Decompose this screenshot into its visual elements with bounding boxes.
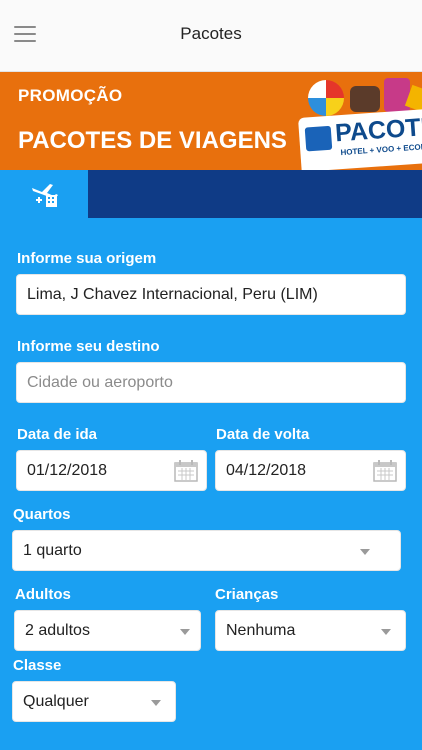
promo-label: PROMOÇÃO [18,86,123,105]
chevron-down-icon [180,628,190,635]
promo-banner[interactable]: PROMOÇÃO PACOTES DE VIAGENS PACOTES HOTE… [0,72,422,170]
adults-label: Adultos [15,586,71,603]
destination-input[interactable]: Cidade ou aeroporto [16,362,406,403]
logo-card: PACOTES HOTEL + VOO + ECONO [298,108,422,170]
return-label: Data de volta [216,426,310,443]
calendar-icon [373,459,397,482]
return-date-input[interactable]: 04/12/2018 [215,450,406,491]
page-title: Pacotes [180,24,242,43]
children-value: Nenhuma [226,621,296,639]
rooms-value: 1 quarto [23,541,82,559]
origin-input[interactable]: Lima, J Chavez Internacional, Peru (LIM) [16,274,406,315]
class-value: Qualquer [23,692,89,710]
departure-label: Data de ida [17,426,98,443]
class-label: Classe [13,657,62,674]
search-form: Informe sua origem Lima, J Chavez Intern… [0,218,422,750]
children-select[interactable]: Nenhuma [215,610,406,651]
adults-value: 2 adultos [25,621,90,639]
bag-icon [384,78,410,112]
adults-select[interactable]: 2 adultos [14,610,201,651]
destination-label: Informe seu destino [17,338,160,355]
flight-hotel-icon [32,184,58,207]
beach-ball-icon [308,80,344,116]
departure-date-input[interactable]: 01/12/2018 [16,450,207,491]
logo-mark-icon [304,125,333,152]
app-header: Pacotes [0,0,422,72]
chevron-down-icon [360,548,370,555]
product-tabs [0,170,422,218]
suitcase-icon [350,86,380,112]
class-select[interactable]: Qualquer [12,681,176,722]
rooms-select[interactable]: 1 quarto [12,530,401,571]
departure-date-value: 01/12/2018 [27,461,108,479]
origin-label: Informe sua origem [17,250,157,267]
pacotes-logo: PACOTES HOTEL + VOO + ECONO [298,74,422,170]
chevron-down-icon [381,628,391,635]
banner-title: PACOTES DE VIAGENS [18,127,287,154]
calendar-icon [174,459,198,482]
children-label: Crianças [215,586,279,603]
chevron-down-icon [151,699,161,706]
return-date-value: 04/12/2018 [226,461,307,479]
tab-flight-hotel[interactable] [0,170,88,218]
rooms-label: Quartos [13,506,71,523]
